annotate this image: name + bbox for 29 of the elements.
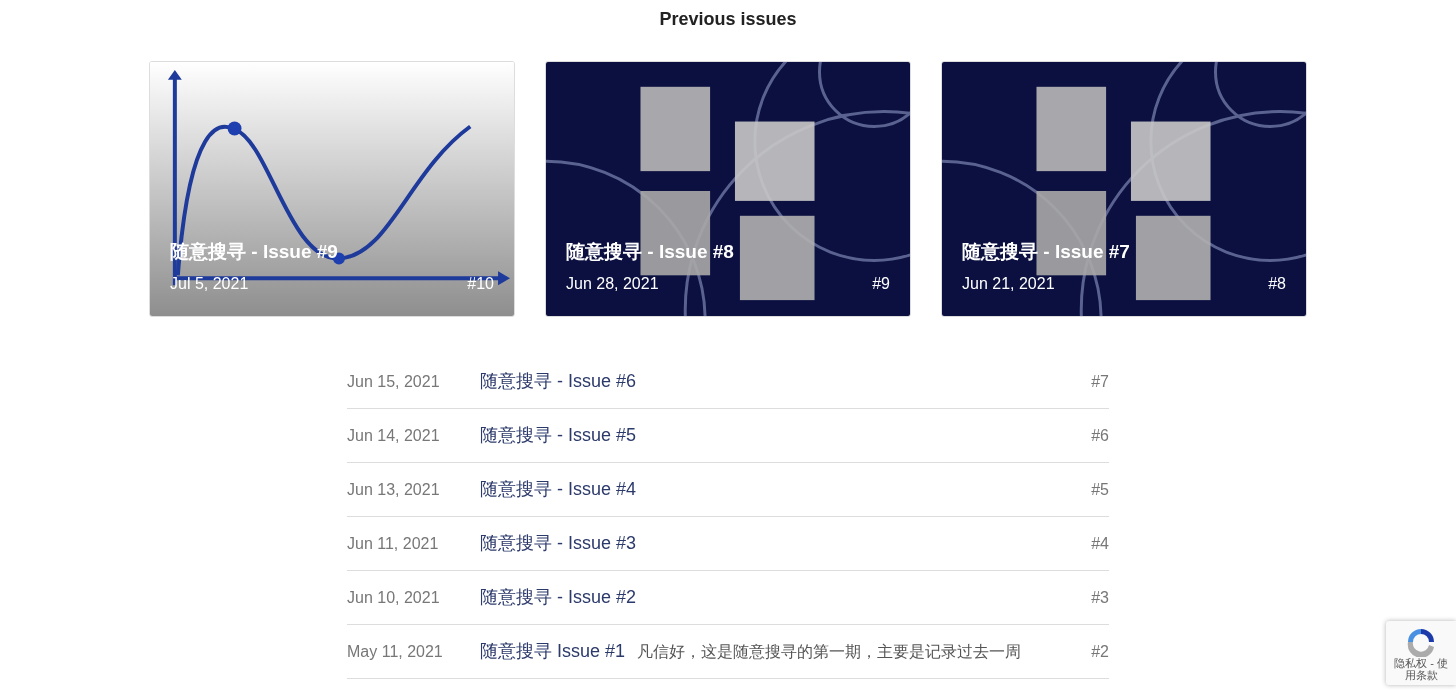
issue-date: Jun 10, 2021 [347, 587, 441, 608]
issue-link[interactable]: 随意搜寻 - Issue #4 [480, 476, 637, 503]
issue-link[interactable]: 随意搜寻 - Issue #6 [480, 368, 637, 395]
issue-number: #6 [1091, 425, 1109, 446]
issue-date: Jun 13, 2021 [347, 479, 441, 500]
card-date: Jun 28, 2021 [566, 274, 659, 294]
issue-number: #5 [1091, 479, 1109, 500]
issue-date: May 11, 2021 [347, 641, 444, 662]
terms-link[interactable]: 用条款 [1404, 669, 1438, 681]
card-date: Jul 5, 2021 [170, 274, 249, 294]
issue-date: Jun 14, 2021 [347, 425, 441, 446]
issue-date: Jun 11, 2021 [347, 533, 440, 554]
issue-number: #4 [1091, 533, 1109, 554]
issue-number: #7 [1091, 371, 1109, 392]
issue-link[interactable]: 随意搜寻 - Issue #3 [480, 530, 637, 557]
issue-link[interactable]: 随意搜寻 - Issue #2 [480, 584, 637, 611]
issue-number: #2 [1091, 641, 1109, 662]
issue-number: #3 [1091, 587, 1109, 608]
issue-number: #8 [1268, 274, 1286, 294]
issue-number: #10 [467, 274, 494, 294]
issue-date: Jun 15, 2021 [347, 371, 441, 392]
recaptcha-badge[interactable]: 隐私权 - 使 用条款 [1386, 621, 1456, 685]
issue-number: #9 [872, 274, 890, 294]
privacy-link[interactable]: 隐私权 - 使 [1394, 657, 1448, 669]
issue-link[interactable]: 随意搜寻 - Issue #5 [480, 422, 637, 449]
issue-link[interactable]: 随意搜寻 Issue #1 [480, 638, 626, 665]
issue-excerpt: 凡信好，这是随意搜寻的第一期，主要是记录过去一周 [637, 641, 1022, 662]
section-heading: Previous issues [659, 8, 797, 31]
card-date: Jun 21, 2021 [962, 274, 1055, 294]
